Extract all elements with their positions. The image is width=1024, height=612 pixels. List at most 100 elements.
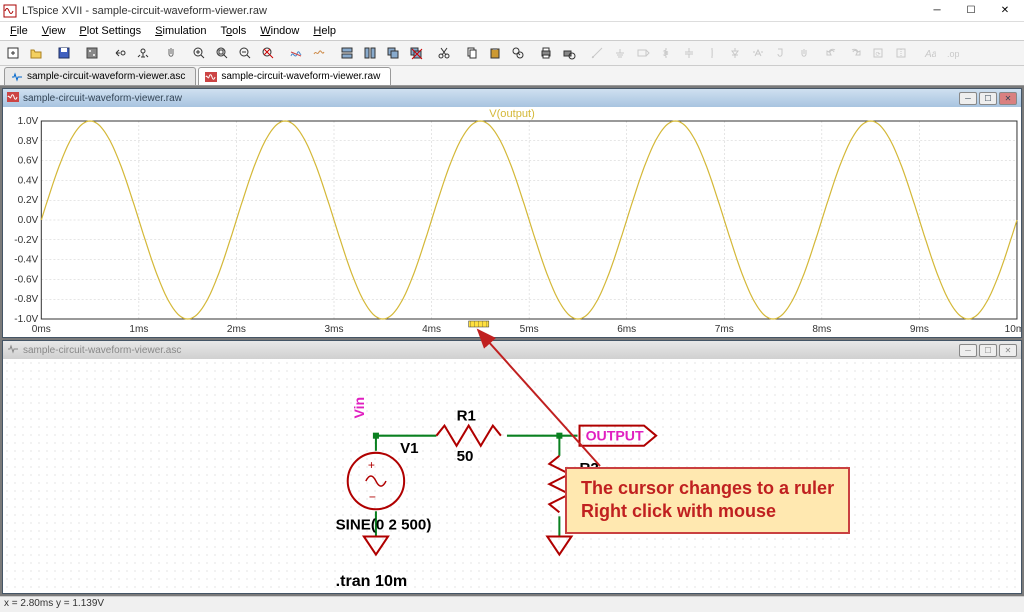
tab-waveform[interactable]: sample-circuit-waveform-viewer.raw <box>198 67 391 85</box>
minimize-button[interactable]: ─ <box>920 1 954 21</box>
save-button[interactable] <box>53 42 75 64</box>
svg-text:Aa: Aa <box>924 49 936 60</box>
zoom-in-button[interactable] <box>188 42 210 64</box>
ground-symbol[interactable] <box>364 536 388 554</box>
zoom-area-button[interactable] <box>211 42 233 64</box>
menu-window[interactable]: Window <box>254 24 305 38</box>
spice-directive-button[interactable]: .op <box>941 42 963 64</box>
resistor-r1[interactable] <box>436 426 501 446</box>
zoom-out-button[interactable] <box>234 42 256 64</box>
schematic-titlebar[interactable]: sample-circuit-waveform-viewer.asc ─ ☐ ✕ <box>3 341 1021 359</box>
tab-label: sample-circuit-waveform-viewer.asc <box>27 71 185 82</box>
ground-button[interactable] <box>609 42 631 64</box>
label-net-button[interactable] <box>632 42 654 64</box>
menu-file[interactable]: File <box>4 24 34 38</box>
waveform-title: sample-circuit-waveform-viewer.raw <box>23 93 959 104</box>
maximize-button[interactable]: ☐ <box>954 1 988 21</box>
status-bar: x = 2.80ms y = 1.139V <box>0 596 1024 612</box>
v1-label: V1 <box>400 440 418 457</box>
run-button[interactable] <box>109 42 131 64</box>
mdi-minimize-button[interactable]: ─ <box>959 344 977 357</box>
sine-label: SINE(0 2 500) <box>336 516 432 533</box>
close-all-button[interactable] <box>405 42 427 64</box>
waveform-icon <box>7 92 19 104</box>
component-button[interactable] <box>747 42 769 64</box>
svg-text:0.4V: 0.4V <box>18 175 39 186</box>
autorange-button[interactable] <box>257 42 279 64</box>
copy-button[interactable] <box>461 42 483 64</box>
cascade-button[interactable] <box>382 42 404 64</box>
menu-help[interactable]: Help <box>307 24 342 38</box>
tab-schematic[interactable]: sample-circuit-waveform-viewer.asc <box>4 67 196 85</box>
close-button[interactable]: ✕ <box>988 1 1022 21</box>
svg-text:8ms: 8ms <box>812 324 831 335</box>
drag-button[interactable] <box>793 42 815 64</box>
mdi-close-button[interactable]: ✕ <box>999 344 1017 357</box>
svg-text:-0.8V: -0.8V <box>14 294 38 305</box>
menu-tools[interactable]: Tools <box>215 24 253 38</box>
app-icon <box>2 3 18 19</box>
callout-line1: The cursor changes to a ruler <box>581 477 834 500</box>
mdi-maximize-button[interactable]: ☐ <box>979 344 997 357</box>
text-button[interactable]: Aa <box>918 42 940 64</box>
redo-button[interactable] <box>844 42 866 64</box>
tile-horiz-button[interactable] <box>336 42 358 64</box>
move-button[interactable] <box>770 42 792 64</box>
svg-text:-0.4V: -0.4V <box>14 255 38 266</box>
halt-button[interactable] <box>132 42 154 64</box>
svg-text:−: − <box>369 490 376 504</box>
pick-visible-traces-button[interactable] <box>285 42 307 64</box>
waveform-titlebar[interactable]: sample-circuit-waveform-viewer.raw ─ ☐ ✕ <box>3 89 1021 107</box>
titlebar: LTspice XVII - sample-circuit-waveform-v… <box>0 0 1024 22</box>
mdi-maximize-button[interactable]: ☐ <box>979 92 997 105</box>
svg-text:1.0V: 1.0V <box>18 116 39 127</box>
menubar: File View Plot Settings Simulation Tools… <box>0 22 1024 40</box>
tile-vert-button[interactable] <box>359 42 381 64</box>
svg-text:0ms: 0ms <box>32 324 51 335</box>
window-title: LTspice XVII - sample-circuit-waveform-v… <box>22 5 920 17</box>
waveform-window: sample-circuit-waveform-viewer.raw ─ ☐ ✕… <box>2 88 1022 338</box>
menu-plot-settings[interactable]: Plot Settings <box>73 24 147 38</box>
toolbar: ⟳ Aa .op <box>0 40 1024 66</box>
svg-text:-0.6V: -0.6V <box>14 274 38 285</box>
svg-text:.op: .op <box>947 49 959 59</box>
svg-text:OUTPUT: OUTPUT <box>586 428 644 444</box>
cut-button[interactable] <box>433 42 455 64</box>
net-label-output[interactable]: OUTPUT <box>580 426 657 446</box>
svg-text:4ms: 4ms <box>422 324 441 335</box>
svg-text:2ms: 2ms <box>227 324 246 335</box>
draw-wire-button[interactable] <box>586 42 608 64</box>
mirror-button[interactable] <box>890 42 912 64</box>
menu-view[interactable]: View <box>36 24 72 38</box>
svg-text:⟳: ⟳ <box>875 52 880 58</box>
tran-directive: .tran 10m <box>336 572 408 590</box>
svg-text:0.6V: 0.6V <box>18 156 39 167</box>
schematic-canvas[interactable]: + − <box>3 359 1021 593</box>
waveform-tab-icon <box>205 72 217 82</box>
resistor-button[interactable] <box>655 42 677 64</box>
mdi-close-button[interactable]: ✕ <box>999 92 1017 105</box>
capacitor-button[interactable] <box>678 42 700 64</box>
svg-text:5ms: 5ms <box>520 324 539 335</box>
tab-label: sample-circuit-waveform-viewer.raw <box>221 71 380 82</box>
voltage-source-v1[interactable]: + − <box>348 453 404 509</box>
paste-button[interactable] <box>484 42 506 64</box>
document-tabs: sample-circuit-waveform-viewer.asc sampl… <box>0 66 1024 86</box>
open-button[interactable] <box>25 42 47 64</box>
rotate-button[interactable]: ⟳ <box>867 42 889 64</box>
control-panel-button[interactable] <box>81 42 103 64</box>
print-setup-button[interactable] <box>558 42 580 64</box>
autorange-y-button[interactable] <box>308 42 330 64</box>
new-schematic-button[interactable] <box>2 42 24 64</box>
svg-text:6ms: 6ms <box>617 324 636 335</box>
mdi-minimize-button[interactable]: ─ <box>959 92 977 105</box>
plot-area[interactable]: V(output) 1.0V0.8V0.6V0.4V0.2V0.0V-0.2V-… <box>3 107 1021 337</box>
search-button[interactable] <box>507 42 529 64</box>
menu-simulation[interactable]: Simulation <box>149 24 212 38</box>
undo-button[interactable] <box>821 42 843 64</box>
diode-button[interactable] <box>724 42 746 64</box>
print-button[interactable] <box>535 42 557 64</box>
inductor-button[interactable] <box>701 42 723 64</box>
ground-symbol[interactable] <box>547 536 571 554</box>
pan-button[interactable] <box>160 42 182 64</box>
